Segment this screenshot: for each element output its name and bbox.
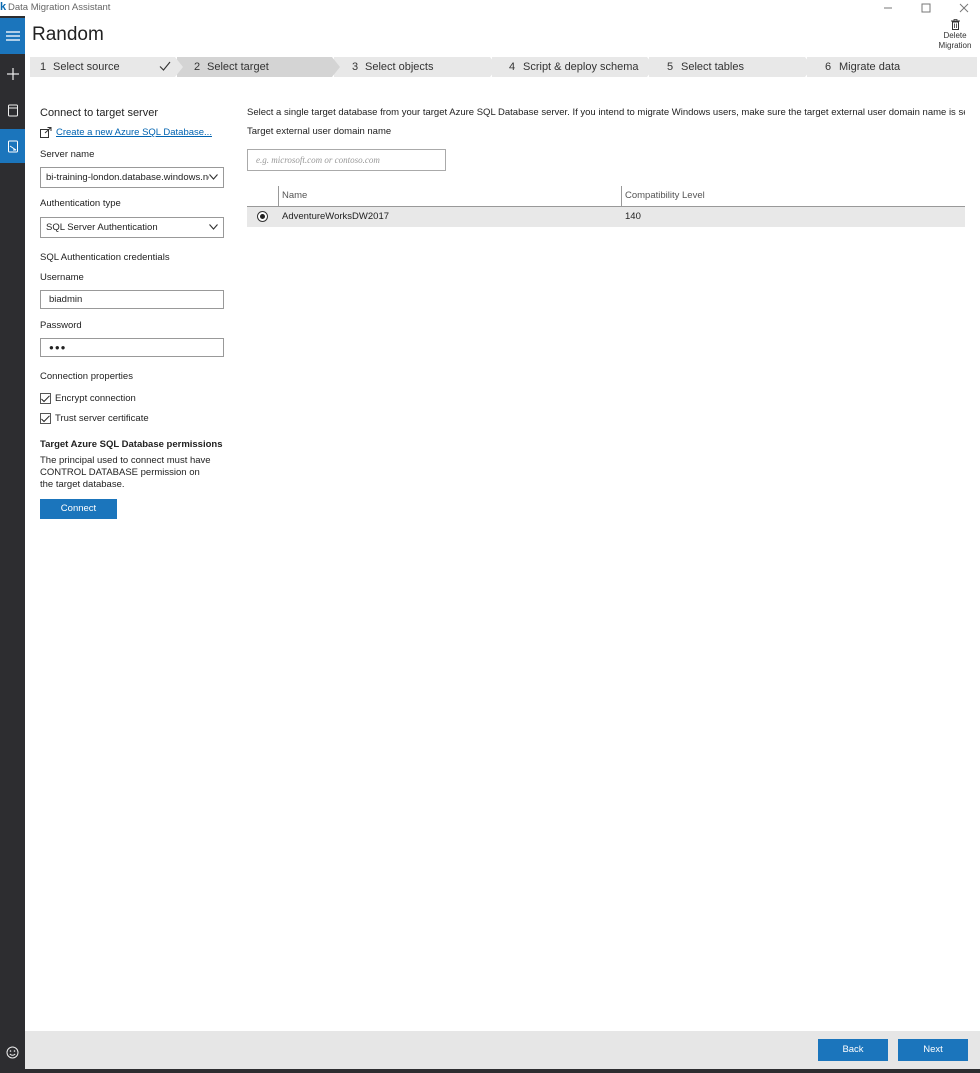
step-label: Select tables xyxy=(681,61,744,73)
server-name-combo[interactable]: bi-training-london.database.windows.net xyxy=(40,167,224,188)
column-header-compatibility[interactable]: Compatibility Level xyxy=(621,186,965,206)
maximize-button[interactable] xyxy=(906,0,946,16)
connect-button[interactable]: Connect xyxy=(40,499,117,519)
connect-heading: Connect to target server xyxy=(40,107,159,119)
next-button[interactable]: Next xyxy=(898,1039,968,1061)
menu-button[interactable] xyxy=(0,18,25,54)
bottom-border xyxy=(0,1069,980,1073)
step-separator xyxy=(490,57,498,77)
left-rail xyxy=(0,16,25,1069)
delete-label-line1: Delete xyxy=(943,31,967,40)
auth-type-select[interactable]: SQL Server Authentication xyxy=(40,217,224,238)
trust-certificate-checkbox[interactable] xyxy=(40,413,51,424)
close-icon xyxy=(959,3,969,13)
database-name-cell: AdventureWorksDW2017 xyxy=(282,211,390,222)
footer-bar: Back Next xyxy=(25,1031,980,1069)
chevron-down-icon xyxy=(209,174,218,180)
create-database-link[interactable]: Create a new Azure SQL Database... xyxy=(40,127,212,138)
step-label: Select objects xyxy=(365,61,434,73)
wizard-steps: 1 Select source 2 Select target 3 Select… xyxy=(30,57,977,77)
step-select-source[interactable]: 1 Select source xyxy=(30,57,175,77)
server-name-label: Server name xyxy=(40,149,95,160)
compatibility-level-cell: 140 xyxy=(625,211,641,222)
step-select-tables[interactable]: 5 Select tables xyxy=(649,57,805,77)
step-number: 4 xyxy=(509,61,516,73)
encrypt-connection-label: Encrypt connection xyxy=(55,393,136,404)
new-project-button[interactable] xyxy=(0,57,25,91)
step-number: 1 xyxy=(40,61,47,73)
password-field[interactable]: ●●● xyxy=(40,338,224,357)
step-label: Migrate data xyxy=(839,61,901,73)
migration-icon xyxy=(7,140,18,152)
trust-certificate-option[interactable]: Trust server certificate xyxy=(40,413,149,424)
domain-name-label: Target external user domain name xyxy=(247,126,392,137)
checkmark-icon xyxy=(41,394,50,402)
trust-certificate-label: Trust server certificate xyxy=(55,413,149,424)
permissions-text: The principal used to connect must have … xyxy=(40,455,211,490)
external-link-icon xyxy=(40,127,52,138)
step-script-deploy[interactable]: 4 Script & deploy schema xyxy=(492,57,647,77)
checkmark-icon xyxy=(41,414,50,422)
app-logo-icon: k xyxy=(0,1,7,13)
instruction-text: Select a single target database from you… xyxy=(247,107,965,118)
column-header-name[interactable]: Name xyxy=(278,186,620,206)
step-number: 3 xyxy=(352,61,359,73)
plus-icon xyxy=(6,68,19,80)
step-separator xyxy=(332,57,340,77)
minimize-icon xyxy=(884,7,892,9)
connection-properties-heading: Connection properties xyxy=(40,371,133,382)
row-select-radio[interactable] xyxy=(257,211,268,222)
step-separator xyxy=(805,57,813,77)
step-label: Script & deploy schema xyxy=(523,61,639,73)
username-field[interactable]: biadmin xyxy=(40,290,224,309)
step-number: 6 xyxy=(825,61,832,73)
step-select-objects[interactable]: 3 Select objects xyxy=(334,57,490,77)
checkmark-icon xyxy=(159,61,171,71)
grid-header: Name Compatibility Level xyxy=(247,185,965,207)
trash-icon xyxy=(950,19,960,30)
radio-dot xyxy=(260,214,265,219)
step-separator xyxy=(647,57,655,77)
server-name-value: bi-training-london.database.windows.net xyxy=(46,172,217,183)
smiley-icon xyxy=(6,1046,19,1058)
step-number: 5 xyxy=(667,61,674,73)
step-separator xyxy=(175,57,183,77)
encrypt-connection-option[interactable]: Encrypt connection xyxy=(40,393,136,404)
database-grid: Name Compatibility Level AdventureWorksD… xyxy=(247,185,965,227)
encrypt-connection-checkbox[interactable] xyxy=(40,393,51,404)
auth-type-label: Authentication type xyxy=(40,198,121,209)
minimize-button[interactable] xyxy=(868,0,908,16)
username-label: Username xyxy=(40,272,84,283)
step-migrate-data[interactable]: 6 Migrate data xyxy=(807,57,977,77)
back-button[interactable]: Back xyxy=(818,1039,888,1061)
title-bar: k Data Migration Assistant xyxy=(0,0,980,16)
delete-label-line2: Migration xyxy=(938,40,972,50)
delete-migration-button[interactable]: Delete Migration xyxy=(932,19,978,53)
create-database-link-text[interactable]: Create a new Azure SQL Database... xyxy=(56,127,212,138)
step-number: 2 xyxy=(194,61,201,73)
hamburger-icon xyxy=(5,31,20,41)
migration-button[interactable] xyxy=(0,129,25,163)
database-icon xyxy=(7,104,18,116)
page-title: Random xyxy=(32,24,104,45)
auth-type-value: SQL Server Authentication xyxy=(46,222,158,233)
domain-name-input[interactable]: e.g. microsoft.com or contoso.com xyxy=(247,149,446,171)
chevron-down-icon xyxy=(209,224,218,230)
table-row[interactable]: AdventureWorksDW2017 140 xyxy=(247,207,965,227)
close-button[interactable] xyxy=(944,0,980,16)
feedback-button[interactable] xyxy=(0,1035,25,1069)
maximize-icon xyxy=(921,3,931,13)
permissions-title: Target Azure SQL Database permissions xyxy=(40,439,223,450)
password-label: Password xyxy=(40,320,82,331)
step-select-target[interactable]: 2 Select target xyxy=(177,57,332,77)
assessment-button[interactable] xyxy=(0,93,25,127)
step-label: Select target xyxy=(207,61,269,73)
step-label: Select source xyxy=(53,61,120,73)
window-title: Data Migration Assistant xyxy=(8,2,111,13)
credentials-heading: SQL Authentication credentials xyxy=(40,252,170,263)
